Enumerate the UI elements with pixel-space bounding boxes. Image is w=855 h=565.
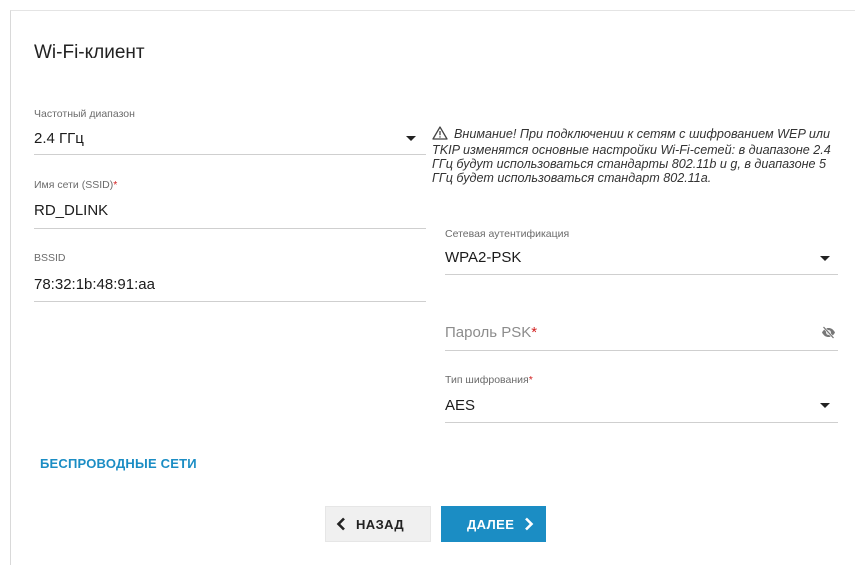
bssid-underline [34,301,426,302]
psk-placeholder: Пароль PSK* [445,324,538,341]
chevron-down-icon [820,256,830,261]
auth-underline [445,274,838,275]
page-title: Wi-Fi-клиент [34,42,145,63]
cipher-select[interactable]: Тип шифрования* AES [445,374,838,424]
auth-select[interactable]: Сетевая аутентификация WPA2-PSK [445,228,838,276]
ssid-label: Имя сети (SSID)* [34,179,118,191]
back-button-label: НАЗАД [356,516,405,532]
required-mark: * [528,374,533,386]
bssid-label: BSSID [34,252,66,264]
ssid-field[interactable]: Имя сети (SSID)* RD_DLINK [34,179,426,229]
ssid-value: RD_DLINK [34,202,109,219]
required-mark: * [531,324,538,341]
chevron-left-icon [336,517,346,531]
auth-label: Сетевая аутентификация [445,228,570,240]
back-button[interactable]: НАЗАД [325,506,431,542]
band-label: Частотный диапазон [34,108,135,120]
psk-underline [445,350,838,351]
psk-password-field[interactable]: Пароль PSK* [445,320,838,352]
cipher-label: Тип шифрования* [445,374,533,386]
bssid-value: 78:32:1b:48:91:aa [34,276,155,293]
next-button[interactable]: ДАЛЕЕ [441,506,546,542]
warning-text: Внимание! При подключении к сетям с шифр… [432,127,831,185]
cipher-value: AES [445,397,476,414]
chevron-down-icon [820,403,830,408]
bssid-field[interactable]: BSSID 78:32:1b:48:91:aa [34,252,426,302]
next-button-label: ДАЛЕЕ [467,516,515,532]
wireless-networks-link[interactable]: БЕСПРОВОДНЫЕ СЕТИ [40,456,197,471]
band-select[interactable]: Частотный диапазон 2.4 ГГц [34,108,426,156]
chevron-down-icon [406,136,416,141]
chevron-right-icon [524,517,534,531]
warning-triangle-icon [432,126,448,143]
ssid-underline [34,228,426,229]
auth-value: WPA2-PSK [445,249,522,266]
required-mark: * [113,179,118,191]
band-value: 2.4 ГГц [34,130,84,147]
band-underline [34,154,426,155]
cipher-underline [445,422,838,423]
warning-note: Внимание! При подключении к сетям с шифр… [432,126,842,185]
eye-off-icon[interactable] [821,326,836,344]
